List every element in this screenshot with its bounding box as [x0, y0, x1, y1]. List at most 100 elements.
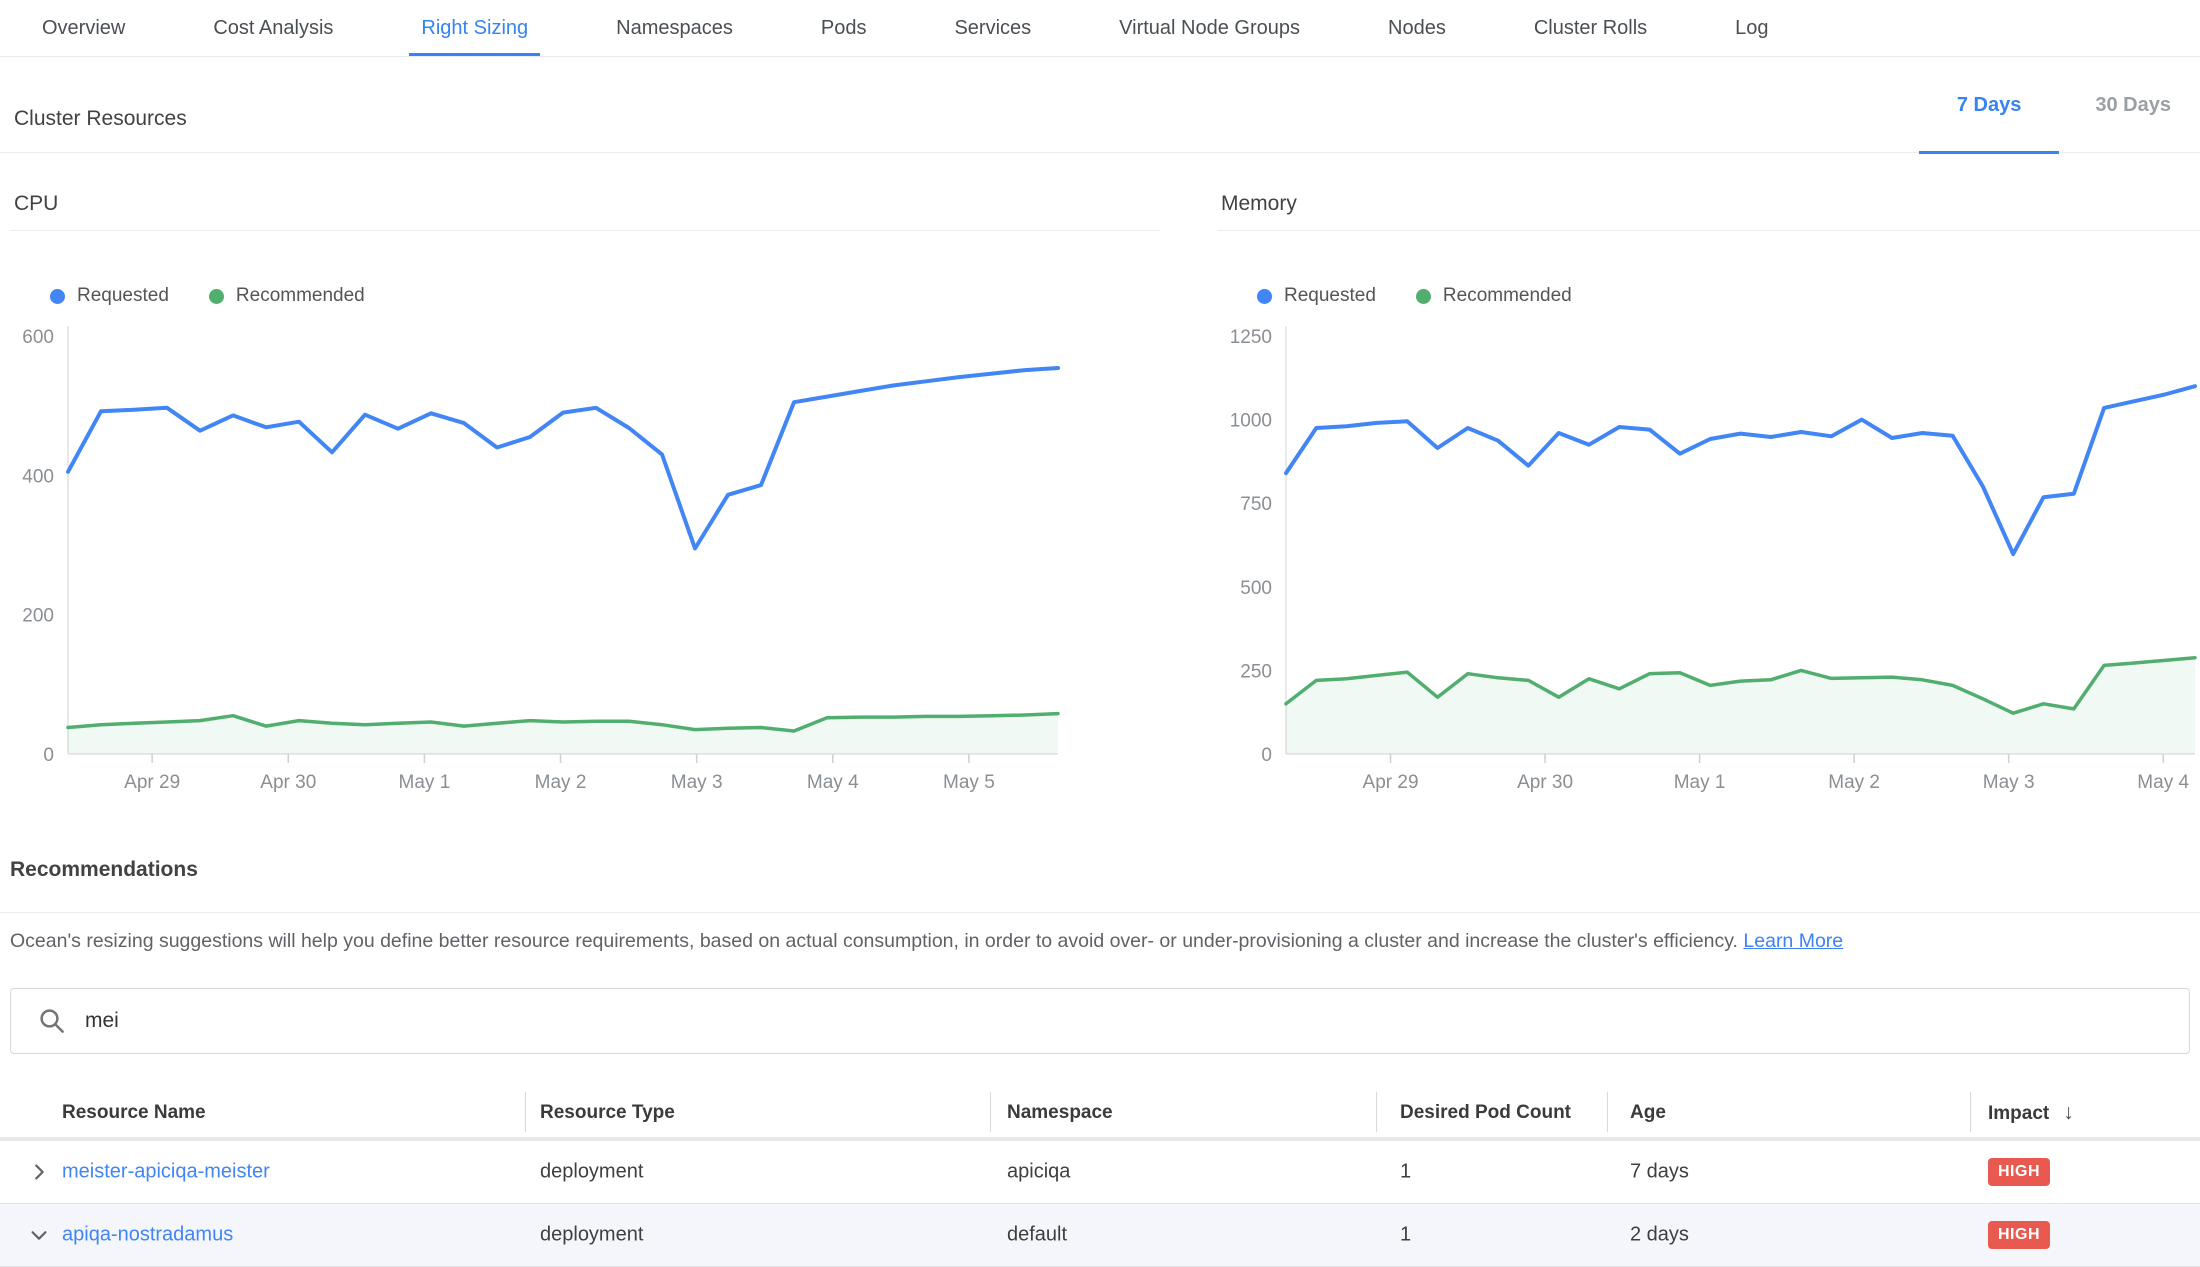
- search-box[interactable]: [10, 988, 2190, 1054]
- legend-item-recommended[interactable]: Recommended: [209, 285, 365, 307]
- recommendations-description: Ocean's resizing suggestions will help y…: [10, 930, 2180, 953]
- svg-text:200: 200: [22, 606, 54, 627]
- memory-line-chart: 025050075010001250Apr 29Apr 30May 1May 2…: [1217, 321, 2200, 796]
- time-range-toggle: 7 Days 30 Days: [1919, 57, 2185, 153]
- tab-label: Nodes: [1388, 17, 1446, 40]
- svg-text:Apr 29: Apr 29: [1363, 772, 1419, 793]
- cpu-chart-title: CPU: [10, 190, 1160, 231]
- column-header-impact[interactable]: Impact↓: [1988, 1101, 2074, 1125]
- memory-chart-panel: Memory Requested Recommended 0 250 500 750 1…: [1217, 190, 2200, 796]
- tab-right-sizing[interactable]: Right Sizing: [409, 0, 540, 56]
- tab-services[interactable]: Services: [942, 0, 1043, 56]
- chevron-down-icon[interactable]: [28, 1224, 50, 1246]
- cluster-resources-header: Cluster Resources 7 Days 30 Days: [0, 57, 2200, 153]
- svg-text:May 1: May 1: [399, 772, 451, 793]
- impact-cell: HIGH: [1988, 1158, 2050, 1186]
- svg-text:May 3: May 3: [671, 772, 723, 793]
- cpu-line-chart: 0200400600Apr 29Apr 30May 1May 2May 3May…: [10, 321, 1160, 796]
- legend-item-requested[interactable]: Requested: [1257, 285, 1376, 307]
- resource-type-cell: deployment: [540, 1224, 643, 1247]
- tab-label: Cost Analysis: [213, 17, 333, 40]
- column-header-resource-type[interactable]: Resource Type: [540, 1102, 675, 1124]
- column-separator: [990, 1092, 991, 1132]
- impact-badge: HIGH: [1988, 1221, 2050, 1249]
- range-7-days-label: 7 Days: [1957, 94, 2022, 117]
- sort-descending-icon[interactable]: ↓: [2063, 1101, 2074, 1124]
- column-header-desired-pod-count[interactable]: Desired Pod Count: [1400, 1102, 1571, 1124]
- tab-label: Overview: [42, 17, 125, 40]
- svg-text:600: 600: [22, 327, 54, 348]
- tab-cost-analysis[interactable]: Cost Analysis: [201, 0, 345, 56]
- tab-overview[interactable]: Overview: [30, 0, 137, 56]
- namespace-cell: apiciqa: [1007, 1161, 1070, 1184]
- svg-text:1250: 1250: [1230, 327, 1272, 348]
- impact-badge: HIGH: [1988, 1158, 2050, 1186]
- recommended-legend-dot: [209, 289, 224, 304]
- resource-name-link[interactable]: apiqa-nostradamus: [62, 1224, 233, 1247]
- requested-legend-label: Requested: [77, 285, 169, 307]
- pod-count-cell: 1: [1400, 1161, 1411, 1184]
- tab-cluster-rolls[interactable]: Cluster Rolls: [1522, 0, 1659, 56]
- range-30-days-button[interactable]: 30 Days: [2085, 57, 2181, 153]
- chevron-right-icon[interactable]: [28, 1161, 50, 1183]
- search-input[interactable]: [85, 1009, 2189, 1033]
- svg-text:0: 0: [43, 745, 54, 766]
- pod-count-cell: 1: [1400, 1224, 1411, 1247]
- tab-label: Namespaces: [616, 17, 733, 40]
- svg-text:750: 750: [1240, 494, 1272, 515]
- tab-namespaces[interactable]: Namespaces: [604, 0, 745, 56]
- svg-text:May 2: May 2: [535, 772, 587, 793]
- tab-label: Services: [954, 17, 1031, 40]
- column-header-age[interactable]: Age: [1630, 1102, 1666, 1124]
- tab-pods[interactable]: Pods: [809, 0, 879, 56]
- range-7-days-button[interactable]: 7 Days: [1919, 57, 2060, 153]
- tab-nodes[interactable]: Nodes: [1376, 0, 1458, 56]
- tab-label: Right Sizing: [421, 17, 528, 40]
- tab-log[interactable]: Log: [1723, 0, 1780, 56]
- tab-virtual-node-groups[interactable]: Virtual Node Groups: [1107, 0, 1312, 56]
- column-header-namespace[interactable]: Namespace: [1007, 1102, 1113, 1124]
- memory-chart-title: Memory: [1217, 190, 2200, 231]
- svg-text:May 2: May 2: [1828, 772, 1880, 793]
- svg-text:1000: 1000: [1230, 411, 1272, 432]
- recommendations-title: Recommendations: [10, 858, 198, 882]
- svg-text:May 1: May 1: [1674, 772, 1726, 793]
- namespace-cell: default: [1007, 1224, 1067, 1247]
- column-separator: [1970, 1092, 1971, 1132]
- svg-text:Apr 30: Apr 30: [260, 772, 316, 793]
- requested-legend-label: Requested: [1284, 285, 1376, 307]
- tab-label: Pods: [821, 17, 867, 40]
- svg-text:500: 500: [1240, 578, 1272, 599]
- search-icon: [37, 1006, 67, 1036]
- cpu-chart-legend: Requested Recommended: [10, 285, 1160, 307]
- svg-text:May 4: May 4: [2137, 772, 2189, 793]
- svg-text:0: 0: [1261, 745, 1272, 766]
- tab-label: Virtual Node Groups: [1119, 17, 1300, 40]
- svg-text:May 4: May 4: [807, 772, 859, 793]
- learn-more-link[interactable]: Learn More: [1743, 930, 1843, 952]
- age-cell: 2 days: [1630, 1224, 1689, 1247]
- recommended-legend-label: Recommended: [236, 285, 365, 307]
- requested-legend-dot: [50, 289, 65, 304]
- active-range-underline: [1919, 151, 2060, 154]
- tab-label: Log: [1735, 17, 1768, 40]
- tab-bar: Overview Cost Analysis Right Sizing Namespa…: [0, 0, 2200, 57]
- table-row[interactable]: apiqa-nostradamus deployment default 1 2 day…: [0, 1204, 2200, 1267]
- table-row[interactable]: meister-apiciqa-meister deployment apiciqa…: [0, 1141, 2200, 1204]
- legend-item-requested[interactable]: Requested: [50, 285, 169, 307]
- impact-cell: HIGH: [1988, 1221, 2050, 1249]
- table-header: Resource Name Resource Type Namespace De…: [0, 1088, 2200, 1138]
- resource-type-cell: deployment: [540, 1161, 643, 1184]
- active-tab-underline: [409, 53, 540, 56]
- resource-name-link[interactable]: meister-apiciqa-meister: [62, 1161, 270, 1184]
- requested-legend-dot: [1257, 289, 1272, 304]
- svg-text:May 5: May 5: [943, 772, 995, 793]
- age-cell: 7 days: [1630, 1161, 1689, 1184]
- svg-text:250: 250: [1240, 661, 1272, 682]
- recommended-legend-dot: [1416, 289, 1431, 304]
- legend-item-recommended[interactable]: Recommended: [1416, 285, 1572, 307]
- svg-text:May 3: May 3: [1983, 772, 2035, 793]
- column-header-resource-name[interactable]: Resource Name: [62, 1102, 206, 1124]
- column-separator: [1376, 1092, 1377, 1132]
- svg-text:Apr 29: Apr 29: [124, 772, 180, 793]
